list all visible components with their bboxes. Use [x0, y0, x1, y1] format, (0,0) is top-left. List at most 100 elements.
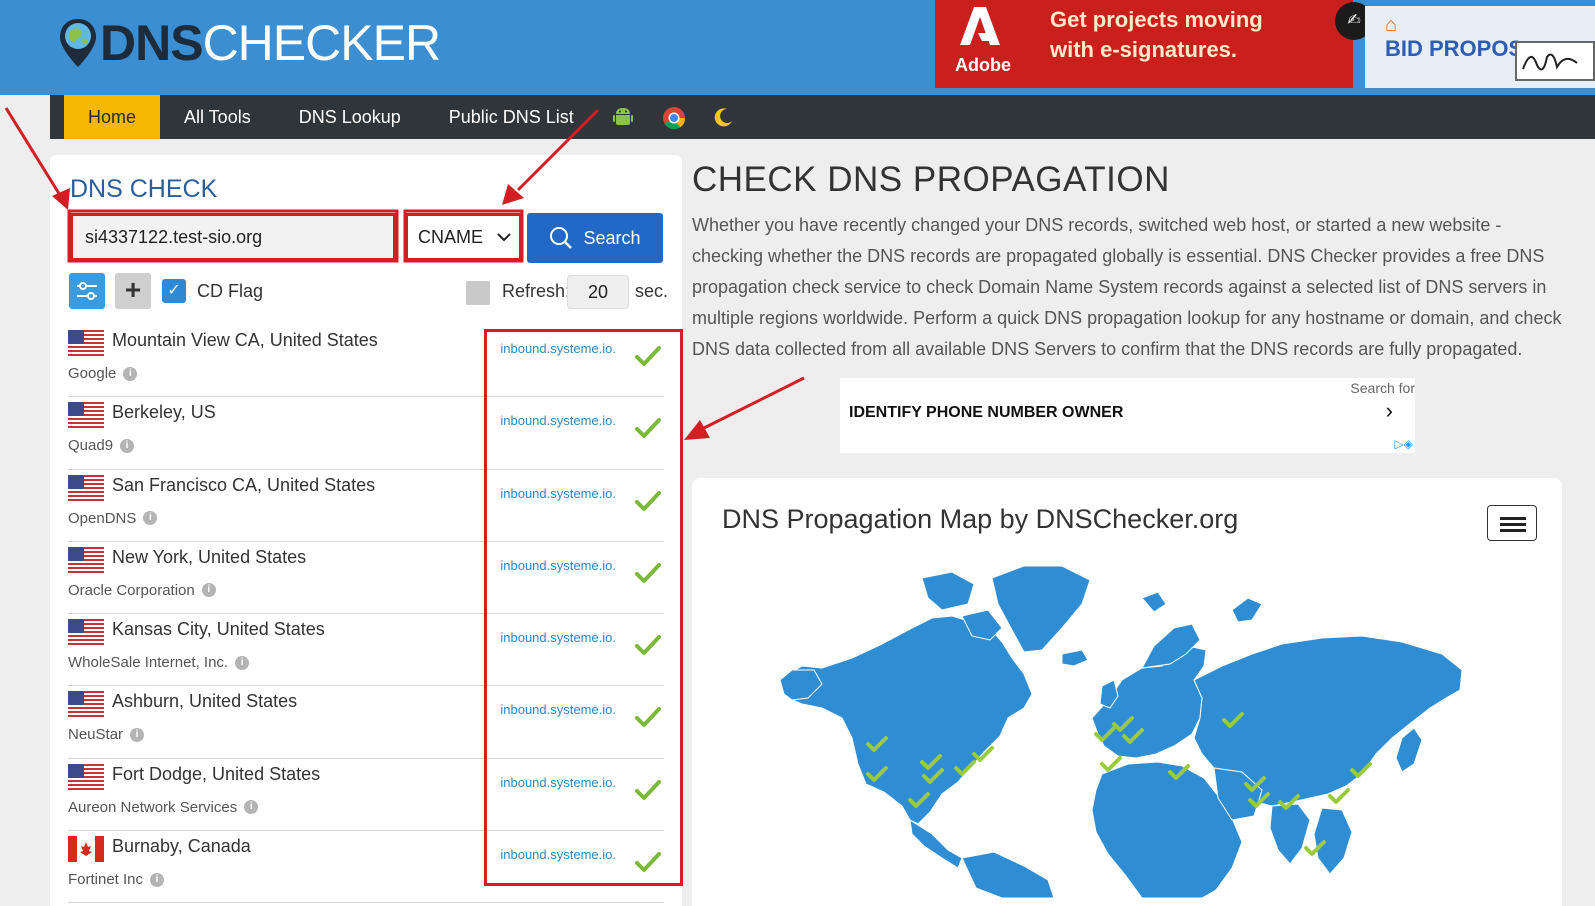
server-location: Berkeley, US — [112, 402, 216, 423]
chevron-right-icon[interactable]: › — [1386, 398, 1393, 424]
sliders-icon — [77, 282, 97, 300]
annotation-arrow-results — [699, 376, 805, 432]
add-server-button[interactable]: + — [115, 273, 151, 309]
server-provider: NeuStar i — [68, 726, 145, 743]
dns-result-value[interactable]: inbound.systeme.io. — [488, 556, 616, 576]
dnschecker-logo[interactable]: DNSCHECKER — [58, 8, 441, 78]
ad-headline-line1: Get projects moving — [1050, 7, 1263, 32]
server-location: Mountain View CA, United States — [112, 330, 378, 350]
dns-result-value[interactable]: inbound.systeme.io. — [488, 845, 616, 865]
check-mark-icon — [634, 345, 662, 372]
provider-name: Quad9 — [68, 437, 114, 455]
check-mark-icon — [634, 851, 662, 878]
server-provider: Google i — [68, 365, 138, 382]
result-row: Berkeley, US Quad9 i inbound.systeme.io. — [68, 397, 664, 470]
cd-flag-checkbox[interactable]: ✓ — [162, 279, 186, 303]
dns-result-value[interactable]: inbound.systeme.io. — [488, 411, 616, 431]
server-provider: Quad9 i — [68, 437, 135, 455]
check-mark-icon — [634, 706, 662, 733]
server-provider: Aureon Network Services i — [68, 799, 259, 816]
check-mark-icon — [634, 490, 662, 517]
provider-name: Google — [68, 365, 117, 382]
android-icon[interactable] — [612, 106, 634, 128]
result-row: Burnaby, Canada Fortinet Inc i inbound.syst… — [68, 831, 664, 904]
nav-public-dns-list[interactable]: Public DNS List — [425, 95, 598, 139]
info-icon[interactable]: i — [244, 800, 259, 815]
page-description: Whether you have recently changed your D… — [692, 215, 1562, 359]
ad-choices-icon[interactable]: ▷◈ — [1395, 437, 1413, 451]
server-location: Burnaby, Canada — [112, 836, 251, 857]
chrome-icon[interactable] — [662, 106, 685, 130]
menu-bar — [1500, 517, 1526, 520]
dns-result-value[interactable]: inbound.systeme.io. — [488, 339, 616, 359]
provider-name: Fortinet Inc — [68, 871, 144, 889]
domain-input[interactable]: si4337122.test-sio.org — [70, 213, 396, 261]
check-mark-icon — [634, 562, 662, 589]
map-india — [1269, 803, 1311, 865]
server-provider: Oracle Corporation i — [68, 582, 216, 599]
flag-ca-icon — [68, 836, 104, 863]
server-location: Kansas City, United States — [112, 619, 325, 640]
map-south-america — [961, 851, 1055, 898]
search-button[interactable]: Search — [527, 213, 663, 263]
server-location: Ashburn, United States — [112, 691, 298, 712]
flag-us-icon — [68, 474, 104, 501]
results-list: Mountain View CA, United States Google i in… — [68, 325, 664, 904]
info-icon[interactable]: i — [235, 655, 250, 670]
server-location: Fort Dodge, United States — [112, 763, 321, 784]
nav-home[interactable]: Home — [64, 95, 160, 139]
dns-result-value[interactable]: inbound.systeme.io. — [488, 700, 616, 720]
map-central-america — [909, 818, 963, 869]
info-icon[interactable]: i — [143, 511, 158, 526]
adobe-a-icon — [955, 5, 1005, 55]
menu-bar — [1500, 523, 1526, 526]
map-menu-button[interactable] — [1487, 505, 1537, 541]
cd-flag-label: CD Flag — [197, 281, 264, 301]
refresh-interval-input[interactable]: 20 — [567, 275, 629, 309]
provider-name: OpenDNS — [68, 509, 137, 527]
result-row: Ashburn, United States NeuStar i inbound.sy… — [68, 686, 664, 759]
dns-result-value[interactable]: inbound.systeme.io. — [488, 484, 616, 504]
info-icon[interactable]: i — [201, 583, 216, 598]
result-row: Mountain View CA, United States Google i in… — [68, 325, 664, 398]
house-icon: ⌂ — [1385, 14, 1398, 36]
ad-headline: Get projects moving with e-signatures. — [1050, 5, 1263, 65]
map-se-asia — [1313, 807, 1353, 875]
globe-pin-icon — [58, 17, 98, 69]
dark-mode-moon-icon[interactable] — [712, 106, 734, 128]
ad-headline-line2: with e-signatures. — [1050, 37, 1238, 62]
info-icon[interactable]: i — [123, 366, 138, 381]
adobe-ad-panel[interactable]: Adobe Get projects moving with e-signatu… — [935, 0, 1353, 88]
arrowhead-results — [684, 420, 710, 440]
check-mark-icon — [634, 417, 662, 444]
bid-proposal-ad-panel[interactable]: ⌂ BID PROPOS — [1365, 6, 1595, 88]
check-mark-icon — [634, 634, 662, 661]
options-sliders-button[interactable] — [69, 273, 105, 309]
dns-result-value[interactable]: inbound.systeme.io. — [488, 628, 616, 648]
main-nav: Home All Tools DNS Lookup Public DNS Lis… — [50, 95, 1595, 139]
info-icon[interactable]: i — [120, 438, 135, 453]
dns-check-panel: DNS CHECK si4337122.test-sio.org CNAME S… — [50, 155, 682, 906]
map-iceland — [1061, 649, 1089, 667]
refresh-label: Refresh: — [502, 281, 571, 301]
nav-dns-lookup[interactable]: DNS Lookup — [275, 95, 425, 139]
info-icon[interactable]: i — [130, 727, 145, 742]
flag-us-icon — [68, 691, 104, 718]
result-row: Kansas City, United States WholeSale Inte… — [68, 614, 664, 687]
ad-query-link[interactable]: IDENTIFY PHONE NUMBER OWNER — [849, 404, 1123, 422]
refresh-checkbox[interactable] — [466, 281, 490, 305]
record-type-select[interactable]: CNAME — [405, 213, 522, 261]
site-header: DNSCHECKER Adobe Get projects moving wit… — [0, 0, 1595, 95]
result-row: San Francisco CA, United States OpenDNS i i… — [68, 470, 664, 542]
search-button-label: Search — [583, 227, 641, 248]
nav-all-tools[interactable]: All Tools — [160, 95, 275, 139]
search-ad-unit[interactable]: Search for IDENTIFY PHONE NUMBER OWNER ›… — [840, 378, 1415, 453]
dns-result-value[interactable]: inbound.systeme.io. — [488, 773, 616, 793]
world-map[interactable] — [762, 558, 1482, 898]
banner-ad[interactable]: Adobe Get projects moving with e-signatu… — [935, 0, 1595, 88]
propagation-map-card: DNS Propagation Map by DNSChecker.org — [692, 478, 1562, 906]
check-mark-icon — [634, 779, 662, 806]
info-icon[interactable]: i — [150, 872, 165, 887]
server-provider: OpenDNS i — [68, 509, 158, 527]
provider-name: WholeSale Internet, Inc. — [68, 654, 229, 672]
